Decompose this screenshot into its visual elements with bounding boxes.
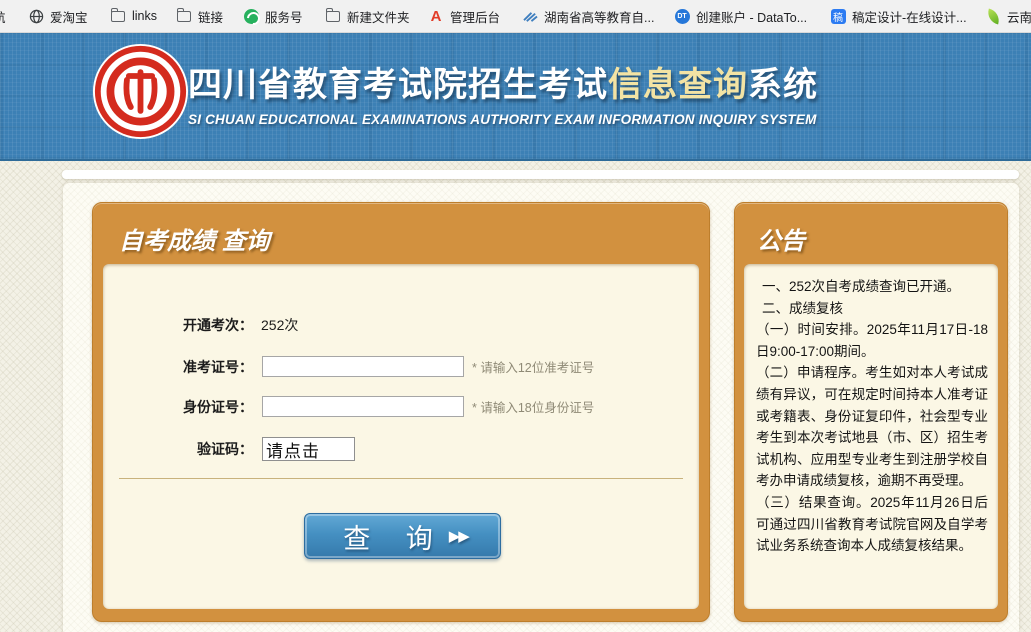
ticket-number-input[interactable] xyxy=(262,356,464,377)
bookmark-label: 航 xyxy=(0,7,6,26)
bookmark-item-aitaobao[interactable]: 爱淘宝 xyxy=(28,0,88,32)
bookmark-item-clipped[interactable]: 航 xyxy=(0,0,6,32)
authority-seal-logo xyxy=(92,43,189,140)
bookmark-label: 创建账户 - DataTo... xyxy=(696,7,807,26)
id-hint: * 请输入18位身份证号 xyxy=(472,397,594,416)
notice-line: 二、成绩复核 xyxy=(756,298,988,320)
query-button-label: 查 询 xyxy=(337,517,447,556)
captcha-box[interactable]: 请点击 xyxy=(262,437,355,461)
captcha-row: 验证码： 请点击 xyxy=(197,437,355,461)
form-divider xyxy=(119,478,683,479)
bookmark-item-links[interactable]: links xyxy=(110,0,157,32)
site-title-accent: 信息查询 xyxy=(608,66,748,104)
wechat-service-icon xyxy=(243,8,259,24)
globe-icon xyxy=(28,8,44,24)
captcha-label: 验证码： xyxy=(197,439,253,459)
notice-line: （三）结果查询。2025年11月26日后可通过四川省教育考试院官网及自学考试业务… xyxy=(756,492,988,557)
bookmark-label: 链接 xyxy=(198,7,223,26)
bookmark-label: 湖南省高等教育自... xyxy=(544,7,654,26)
bookmark-item-yunnan[interactable]: 云南省 xyxy=(985,0,1031,32)
bookmark-item-gaoding[interactable]: 稿 稿定设计-在线设计... xyxy=(830,0,967,32)
hunan-logo-icon xyxy=(522,8,538,24)
bookmark-item-lianjie[interactable]: 链接 xyxy=(176,0,223,32)
bookmark-label: 服务号 xyxy=(265,7,303,26)
session-row: 开通考次： 252次 xyxy=(183,315,298,335)
query-panel-title: 自考成绩 查询 xyxy=(119,221,270,256)
site-banner: 四川省教育考试院招生考试信息查询系统 SI CHUAN EDUCATIONAL … xyxy=(0,33,1031,161)
notice-line: （二）申请程序。考生如对本人考试成绩有异议，可在规定时间持本人准考证或考籍表、身… xyxy=(756,362,988,492)
gaoding-icon: 稿 xyxy=(830,8,846,24)
site-subtitle: SI CHUAN EDUCATIONAL EXAMINATIONS AUTHOR… xyxy=(188,112,818,127)
bookmark-item-newfolder[interactable]: 新建文件夹 xyxy=(325,0,410,32)
query-submit-button[interactable]: 查 询 ▶▶ xyxy=(304,513,501,559)
decorative-top-strip xyxy=(62,170,1019,179)
notice-content-box: 一、252次自考成绩查询已开通。 二、成绩复核 （一）时间安排。2025年11月… xyxy=(744,264,998,609)
double-arrow-icon: ▶▶ xyxy=(449,527,468,545)
session-label: 开通考次： xyxy=(183,315,253,335)
query-form: 开通考次： 252次 准考证号： * 请输入12位准考证号 身份证号： * 请输… xyxy=(103,264,699,609)
site-title: 四川省教育考试院招生考试信息查询系统 xyxy=(188,57,818,106)
bookmark-item-admin[interactable]: A 管理后台 xyxy=(428,0,500,32)
id-number-input[interactable] xyxy=(262,396,464,417)
bookmark-label: 稿定设计-在线设计... xyxy=(852,7,967,26)
bookmark-label: 云南省 xyxy=(1007,7,1031,26)
id-label: 身份证号： xyxy=(183,397,253,417)
notice-panel-title: 公告 xyxy=(757,221,805,256)
notice-body: 一、252次自考成绩查询已开通。 二、成绩复核 （一）时间安排。2025年11月… xyxy=(756,276,988,557)
bookmark-label: 新建文件夹 xyxy=(347,7,410,26)
notice-line: 一、252次自考成绩查询已开通。 xyxy=(756,276,988,298)
red-a-icon: A xyxy=(428,8,444,24)
session-value: 252次 xyxy=(261,315,298,335)
ticket-label: 准考证号： xyxy=(183,357,253,377)
ticket-row: 准考证号： * 请输入12位准考证号 xyxy=(183,356,594,377)
ticket-hint: * 请输入12位准考证号 xyxy=(472,357,594,376)
bookmark-item-datato[interactable]: DT 创建账户 - DataTo... xyxy=(674,0,807,32)
bookmark-label: 爱淘宝 xyxy=(50,7,88,26)
bookmark-item-fuwuhao[interactable]: 服务号 xyxy=(243,0,303,32)
folder-icon xyxy=(325,8,341,24)
notice-panel: 公告 一、252次自考成绩查询已开通。 二、成绩复核 （一）时间安排。2025年… xyxy=(734,202,1008,622)
folder-icon xyxy=(176,8,192,24)
id-row: 身份证号： * 请输入18位身份证号 xyxy=(183,396,594,417)
bookmark-label: links xyxy=(132,9,157,23)
query-panel: 自考成绩 查询 开通考次： 252次 准考证号： * 请输入12位准考证号 身份… xyxy=(92,202,710,622)
leaf-icon xyxy=(985,8,1001,24)
main-content-container: 自考成绩 查询 开通考次： 252次 准考证号： * 请输入12位准考证号 身份… xyxy=(63,183,1019,632)
notice-line: （一）时间安排。2025年11月17日-18日9:00-17:00期间。 xyxy=(756,319,988,362)
bookmark-item-hunan[interactable]: 湖南省高等教育自... xyxy=(522,0,654,32)
datato-icon: DT xyxy=(674,8,690,24)
folder-icon xyxy=(110,8,126,24)
bookmark-label: 管理后台 xyxy=(450,7,500,26)
bookmarks-bar: 航 爱淘宝 links 链接 服务号 新建文件夹 A 管理后台 湖南省高等教育自… xyxy=(0,0,1031,33)
